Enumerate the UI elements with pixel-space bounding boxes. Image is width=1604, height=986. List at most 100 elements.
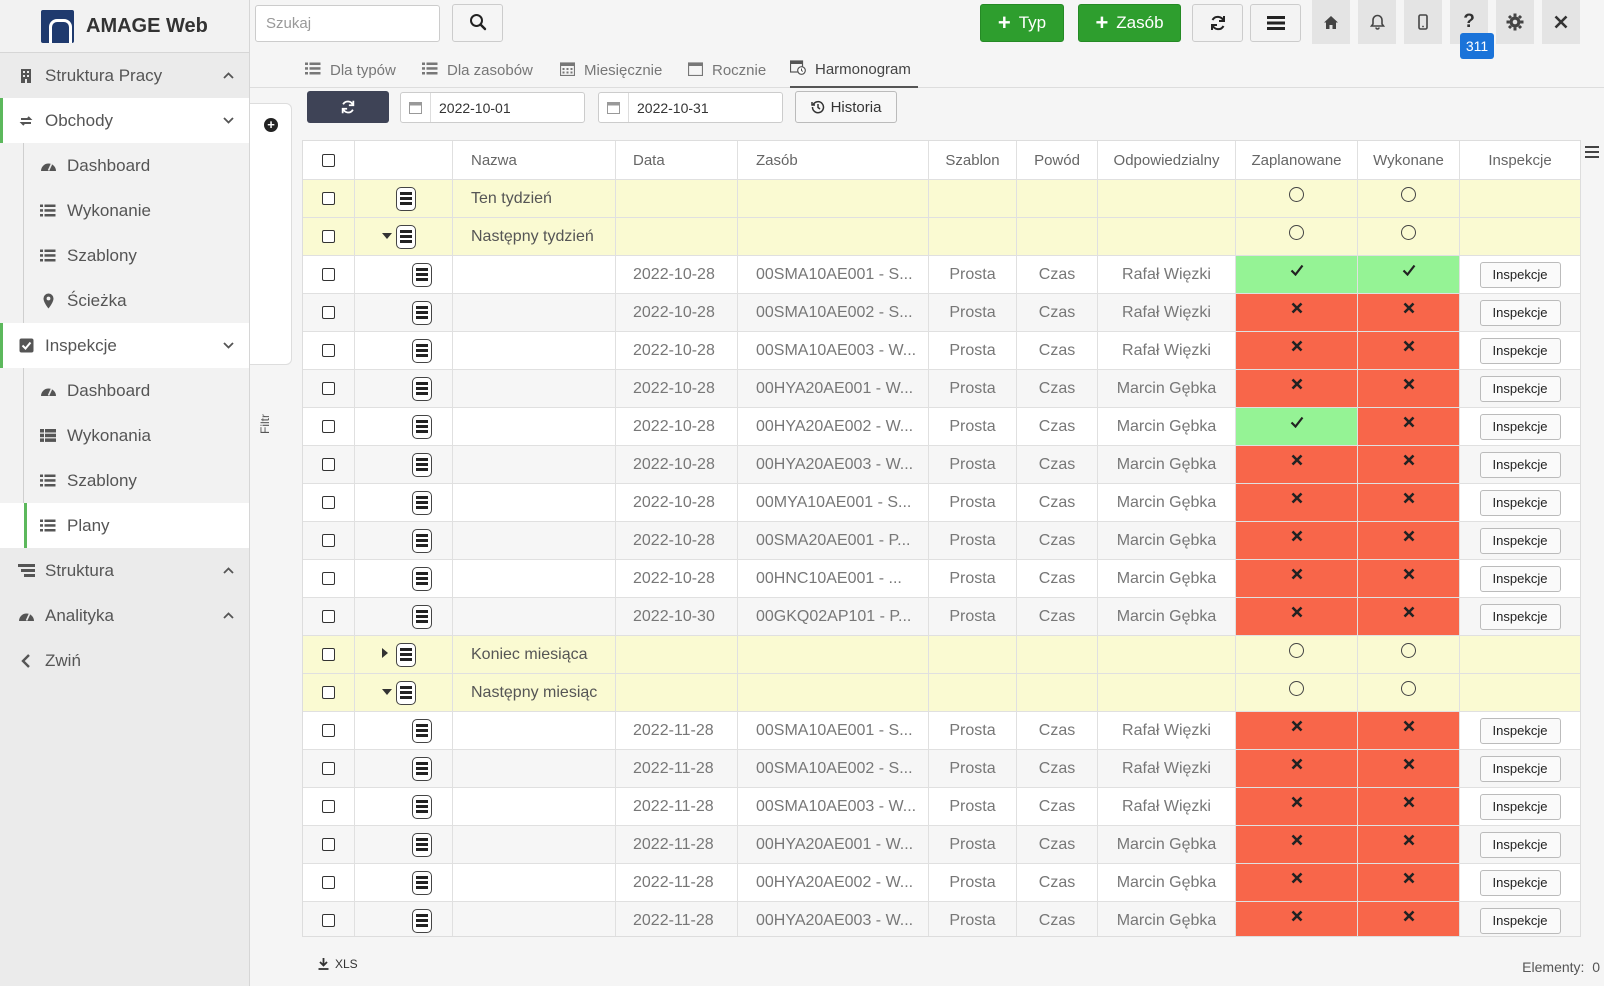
- row-menu-icon[interactable]: [412, 414, 432, 439]
- sidebar-item-zwiń[interactable]: Zwiń: [0, 638, 249, 683]
- home-button[interactable]: [1312, 0, 1350, 44]
- inspections-button[interactable]: Inspekcje: [1479, 527, 1561, 554]
- row-checkbox[interactable]: [303, 256, 355, 293]
- row-menu-icon[interactable]: [412, 528, 432, 553]
- inspections-button[interactable]: Inspekcje: [1479, 337, 1561, 364]
- sidebar-item-analityka[interactable]: Analityka: [0, 593, 249, 638]
- caret-down-icon[interactable]: [382, 687, 392, 698]
- close-button[interactable]: [1542, 0, 1580, 44]
- inspections-button[interactable]: Inspekcje: [1479, 717, 1561, 744]
- column-header-date[interactable]: Data: [616, 141, 738, 179]
- app-logo[interactable]: AMAGE Web: [0, 0, 249, 53]
- sidebar-item-szablony[interactable]: Szablony: [0, 233, 249, 278]
- tab-harmonogram[interactable]: Harmonogram: [789, 53, 918, 88]
- row-checkbox[interactable]: [303, 484, 355, 521]
- row-checkbox[interactable]: [303, 294, 355, 331]
- inspections-button[interactable]: Inspekcje: [1479, 907, 1561, 934]
- caret-right-icon[interactable]: [382, 648, 388, 661]
- row-menu-icon[interactable]: [412, 262, 432, 287]
- row-checkbox[interactable]: [303, 332, 355, 369]
- sidebar-item-szablony[interactable]: Szablony: [0, 458, 249, 503]
- row-menu-icon[interactable]: [396, 642, 416, 667]
- select-all-checkbox[interactable]: [303, 141, 355, 179]
- search-input[interactable]: [255, 5, 440, 42]
- inspections-button[interactable]: Inspekcje: [1479, 565, 1561, 592]
- calendar-icon[interactable]: [599, 93, 629, 122]
- row-menu-icon[interactable]: [412, 376, 432, 401]
- inspections-button[interactable]: Inspekcje: [1479, 755, 1561, 782]
- inspections-button[interactable]: Inspekcje: [1479, 869, 1561, 896]
- add-filter-icon[interactable]: +: [264, 118, 278, 132]
- sidebar-item-dashboard[interactable]: Dashboard: [0, 143, 249, 188]
- row-checkbox[interactable]: [303, 788, 355, 825]
- inspections-button[interactable]: Inspekcje: [1479, 793, 1561, 820]
- row-menu-icon[interactable]: [412, 300, 432, 325]
- column-header-inspections[interactable]: Inspekcje: [1460, 141, 1580, 179]
- row-menu-icon[interactable]: [396, 680, 416, 705]
- inspections-button[interactable]: Inspekcje: [1479, 375, 1561, 402]
- search-button[interactable]: [452, 4, 503, 42]
- row-checkbox[interactable]: [303, 370, 355, 407]
- column-header-done[interactable]: Wykonane: [1358, 141, 1460, 179]
- column-header-template[interactable]: Szablon: [929, 141, 1017, 179]
- row-checkbox[interactable]: [303, 446, 355, 483]
- row-menu-icon[interactable]: [412, 870, 432, 895]
- row-checkbox[interactable]: [303, 750, 355, 787]
- settings-button[interactable]: [1496, 0, 1534, 44]
- caret-down-icon[interactable]: [382, 231, 392, 242]
- sidebar-item-struktura-pracy[interactable]: Struktura Pracy: [0, 53, 249, 98]
- sidebar-item-struktura[interactable]: Struktura: [0, 548, 249, 593]
- column-header-planned[interactable]: Zaplanowane: [1236, 141, 1358, 179]
- row-checkbox[interactable]: [303, 864, 355, 901]
- row-checkbox[interactable]: [303, 522, 355, 559]
- row-checkbox[interactable]: [303, 826, 355, 863]
- tab-dla-typów[interactable]: Dla typów: [305, 53, 405, 88]
- row-checkbox[interactable]: [303, 902, 355, 936]
- row-checkbox[interactable]: [303, 560, 355, 597]
- mobile-button[interactable]: [1404, 0, 1442, 44]
- inspections-button[interactable]: Inspekcje: [1479, 603, 1561, 630]
- row-checkbox[interactable]: [303, 712, 355, 749]
- inspections-button[interactable]: Inspekcje: [1479, 489, 1561, 516]
- tab-miesięcznie[interactable]: Miesięcznie: [559, 53, 672, 88]
- column-header-name[interactable]: Nazwa: [453, 141, 616, 179]
- sidebar-item-ścieżka[interactable]: Ścieżka: [0, 278, 249, 323]
- row-menu-icon[interactable]: [412, 718, 432, 743]
- row-menu-icon[interactable]: [412, 338, 432, 363]
- column-header-reason[interactable]: Powód: [1017, 141, 1098, 179]
- row-checkbox[interactable]: [303, 598, 355, 635]
- row-menu-icon[interactable]: [412, 756, 432, 781]
- reload-grid-button[interactable]: [307, 91, 389, 123]
- inspections-button[interactable]: Inspekcje: [1479, 413, 1561, 440]
- menu-button[interactable]: [1250, 4, 1301, 42]
- tab-dla-zasobów[interactable]: Dla zasobów: [422, 53, 546, 88]
- chevron-up-icon[interactable]: [223, 565, 234, 577]
- calendar-icon[interactable]: [401, 93, 431, 122]
- sidebar-item-obchody[interactable]: Obchody: [0, 98, 249, 143]
- add-type-button[interactable]: + Typ: [980, 4, 1064, 42]
- notifications-button[interactable]: [1358, 0, 1396, 44]
- sidebar-item-dashboard[interactable]: Dashboard: [0, 368, 249, 413]
- history-button[interactable]: Historia: [795, 91, 897, 123]
- row-menu-icon[interactable]: [412, 452, 432, 477]
- sidebar-item-inspekcje[interactable]: Inspekcje: [0, 323, 249, 368]
- row-checkbox[interactable]: [303, 180, 355, 217]
- column-header-owner[interactable]: Odpowiedzialny: [1098, 141, 1236, 179]
- row-menu-icon[interactable]: [412, 490, 432, 515]
- chevron-down-icon[interactable]: [223, 340, 234, 352]
- row-menu-icon[interactable]: [412, 604, 432, 629]
- chevron-up-icon[interactable]: [223, 70, 234, 82]
- inspections-button[interactable]: Inspekcje: [1479, 451, 1561, 478]
- row-menu-icon[interactable]: [412, 832, 432, 857]
- row-checkbox[interactable]: [303, 636, 355, 673]
- grid-columns-menu-icon[interactable]: [1585, 146, 1599, 158]
- column-header-resource[interactable]: Zasób: [738, 141, 929, 179]
- inspections-button[interactable]: Inspekcje: [1479, 831, 1561, 858]
- sidebar-item-plany[interactable]: Plany: [0, 503, 249, 548]
- export-xls-button[interactable]: XLS: [318, 957, 358, 971]
- row-menu-icon[interactable]: [412, 908, 432, 933]
- sidebar-item-wykonanie[interactable]: Wykonanie: [0, 188, 249, 233]
- inspections-button[interactable]: Inspekcje: [1479, 261, 1561, 288]
- sidebar-item-wykonania[interactable]: Wykonania: [0, 413, 249, 458]
- date-to-field[interactable]: 2022-10-31: [598, 92, 783, 123]
